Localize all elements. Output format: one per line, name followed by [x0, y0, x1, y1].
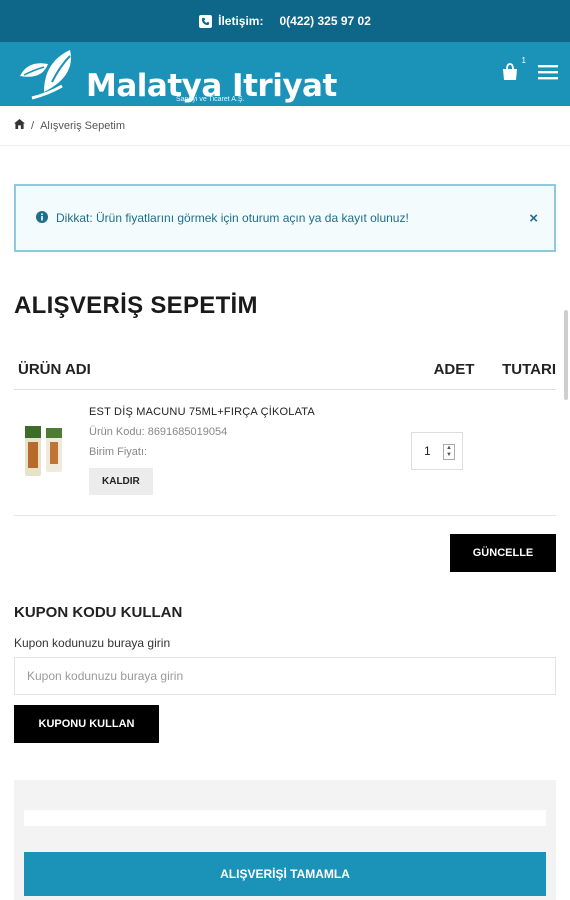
- remove-item-button[interactable]: KALDIR: [89, 468, 153, 495]
- cart-count-badge: 1: [521, 55, 526, 65]
- phone-number[interactable]: 0(422) 325 97 02: [279, 14, 370, 28]
- menu-button[interactable]: [538, 64, 558, 85]
- quantity-input[interactable]: 1 ▲ ▼: [411, 432, 463, 470]
- apply-coupon-button[interactable]: KUPONU KULLAN: [14, 705, 159, 743]
- top-contact-bar: İletişim: 0(422) 325 97 02: [0, 0, 570, 42]
- phone-icon: [199, 14, 213, 28]
- quantity-value: 1: [424, 444, 431, 458]
- product-image[interactable]: [22, 422, 68, 480]
- info-icon: [36, 210, 48, 226]
- breadcrumb-current: Alışveriş Sepetim: [40, 119, 126, 132]
- column-header-product: ÜRÜN ADI: [18, 361, 91, 378]
- column-header-total: TUTARI: [502, 361, 556, 378]
- coupon-field-label: Kupon kodunuzu buraya girin: [14, 636, 171, 650]
- column-header-quantity: ADET: [433, 361, 475, 378]
- cart-table-header: ÜRÜN ADI ADET TUTARI: [14, 350, 556, 390]
- summary-placeholder-bar: [24, 810, 546, 826]
- shopping-bag-icon: [503, 62, 517, 80]
- alert-message: Dikkat: Ürün fiyatlarını görmek için otu…: [56, 211, 409, 225]
- coupon-code-input[interactable]: [14, 657, 556, 695]
- quantity-stepper[interactable]: ▲ ▼: [443, 444, 455, 460]
- leaf-logo-icon: [20, 50, 71, 100]
- order-summary-panel: ALIŞVERİŞİ TAMAMLA: [14, 780, 556, 900]
- breadcrumb-separator: /: [31, 119, 35, 132]
- close-icon[interactable]: ×: [529, 210, 538, 227]
- brand-logo[interactable]: Malatya Itriyat: [14, 46, 337, 102]
- home-icon[interactable]: [14, 119, 25, 132]
- contact-label: İletişim:: [218, 14, 264, 28]
- checkout-button[interactable]: ALIŞVERİŞİ TAMAMLA: [24, 852, 546, 896]
- coupon-section-title: KUPON KODU KULLAN: [14, 604, 183, 621]
- hamburger-menu-icon: [538, 64, 558, 79]
- cart-item-row: EST DİŞ MACUNU 75ML+FIRÇA ÇİKOLATA Ürün …: [14, 392, 556, 516]
- page-scrollbar[interactable]: [564, 310, 568, 400]
- product-unit-price: Birim Fiyatı:: [89, 446, 148, 458]
- product-code: Ürün Kodu: 8691685019054: [89, 426, 228, 438]
- site-header: Malatya Itriyat Sanayi ve Ticaret A.Ş. 1: [0, 42, 570, 106]
- cart-button[interactable]: 1: [500, 56, 526, 87]
- product-info: EST DİŞ MACUNU 75ML+FIRÇA ÇİKOLATA Ürün …: [89, 406, 315, 495]
- page-title: ALIŞVERİŞ SEPETİM: [14, 292, 258, 319]
- login-notice-alert: Dikkat: Ürün fiyatlarını görmek için otu…: [14, 184, 556, 252]
- breadcrumb: / Alışveriş Sepetim: [0, 106, 570, 146]
- update-cart-button[interactable]: GÜNCELLE: [450, 534, 556, 572]
- product-name[interactable]: EST DİŞ MACUNU 75ML+FIRÇA ÇİKOLATA: [89, 406, 315, 418]
- brand-subtitle: Sanayi ve Ticaret A.Ş.: [176, 96, 245, 103]
